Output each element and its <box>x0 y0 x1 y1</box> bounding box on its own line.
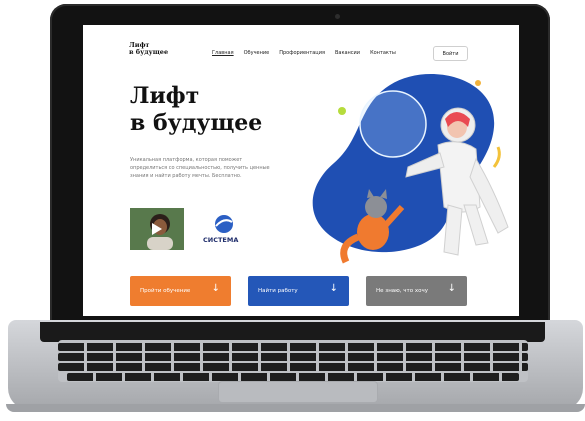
hero-title-line1: Лифт <box>130 83 200 109</box>
key-row <box>58 363 528 371</box>
hero-description: Уникальная платформа, которая поможет оп… <box>130 157 270 179</box>
login-button[interactable]: Войти <box>433 46 468 61</box>
video-thumbnail[interactable] <box>130 208 184 250</box>
partner-name: СИСТЕМА <box>203 236 239 244</box>
camera-icon <box>335 14 340 19</box>
laptop-base-edge <box>6 404 585 412</box>
keyboard <box>58 340 528 382</box>
start-learning-button[interactable]: Пройти обучение ↓ <box>130 276 231 306</box>
nav-item-career-guidance[interactable]: Профориентация <box>279 50 325 56</box>
laptop-hinge <box>40 322 545 342</box>
arrow-down-icon: ↓ <box>447 283 456 294</box>
trackpad <box>218 381 378 403</box>
screen: Лифт в будущее Главная Обучение Профорие… <box>83 25 519 316</box>
nav-item-vacancies[interactable]: Вакансии <box>335 50 360 56</box>
dont-know-button[interactable]: Не знаю, что хочу ↓ <box>366 276 467 306</box>
nav-item-learning[interactable]: Обучение <box>244 50 270 56</box>
arrow-down-icon: ↓ <box>329 283 338 294</box>
play-icon[interactable] <box>152 223 162 235</box>
dont-know-label: Не знаю, что хочу <box>376 288 428 294</box>
logo-line2: в будущее <box>129 48 169 56</box>
hero-title: Лифт в будущее <box>130 83 290 137</box>
hero-illustration <box>312 74 509 264</box>
start-learning-label: Пройти обучение <box>140 288 191 294</box>
top-nav: Главная Обучение Профориентация Вакансии… <box>212 50 396 56</box>
find-job-label: Найти работу <box>258 288 298 294</box>
key-row <box>58 353 528 361</box>
key-row <box>67 373 519 381</box>
nav-item-home[interactable]: Главная <box>212 50 234 56</box>
nav-item-contacts[interactable]: Контакты <box>370 50 396 56</box>
hero-title-line2: в будущее <box>130 110 263 136</box>
find-job-button[interactable]: Найти работу ↓ <box>248 276 349 306</box>
site-logo[interactable]: Лифт в будущее <box>129 42 179 56</box>
arrow-down-icon: ↓ <box>211 283 220 294</box>
key-row <box>58 343 528 351</box>
